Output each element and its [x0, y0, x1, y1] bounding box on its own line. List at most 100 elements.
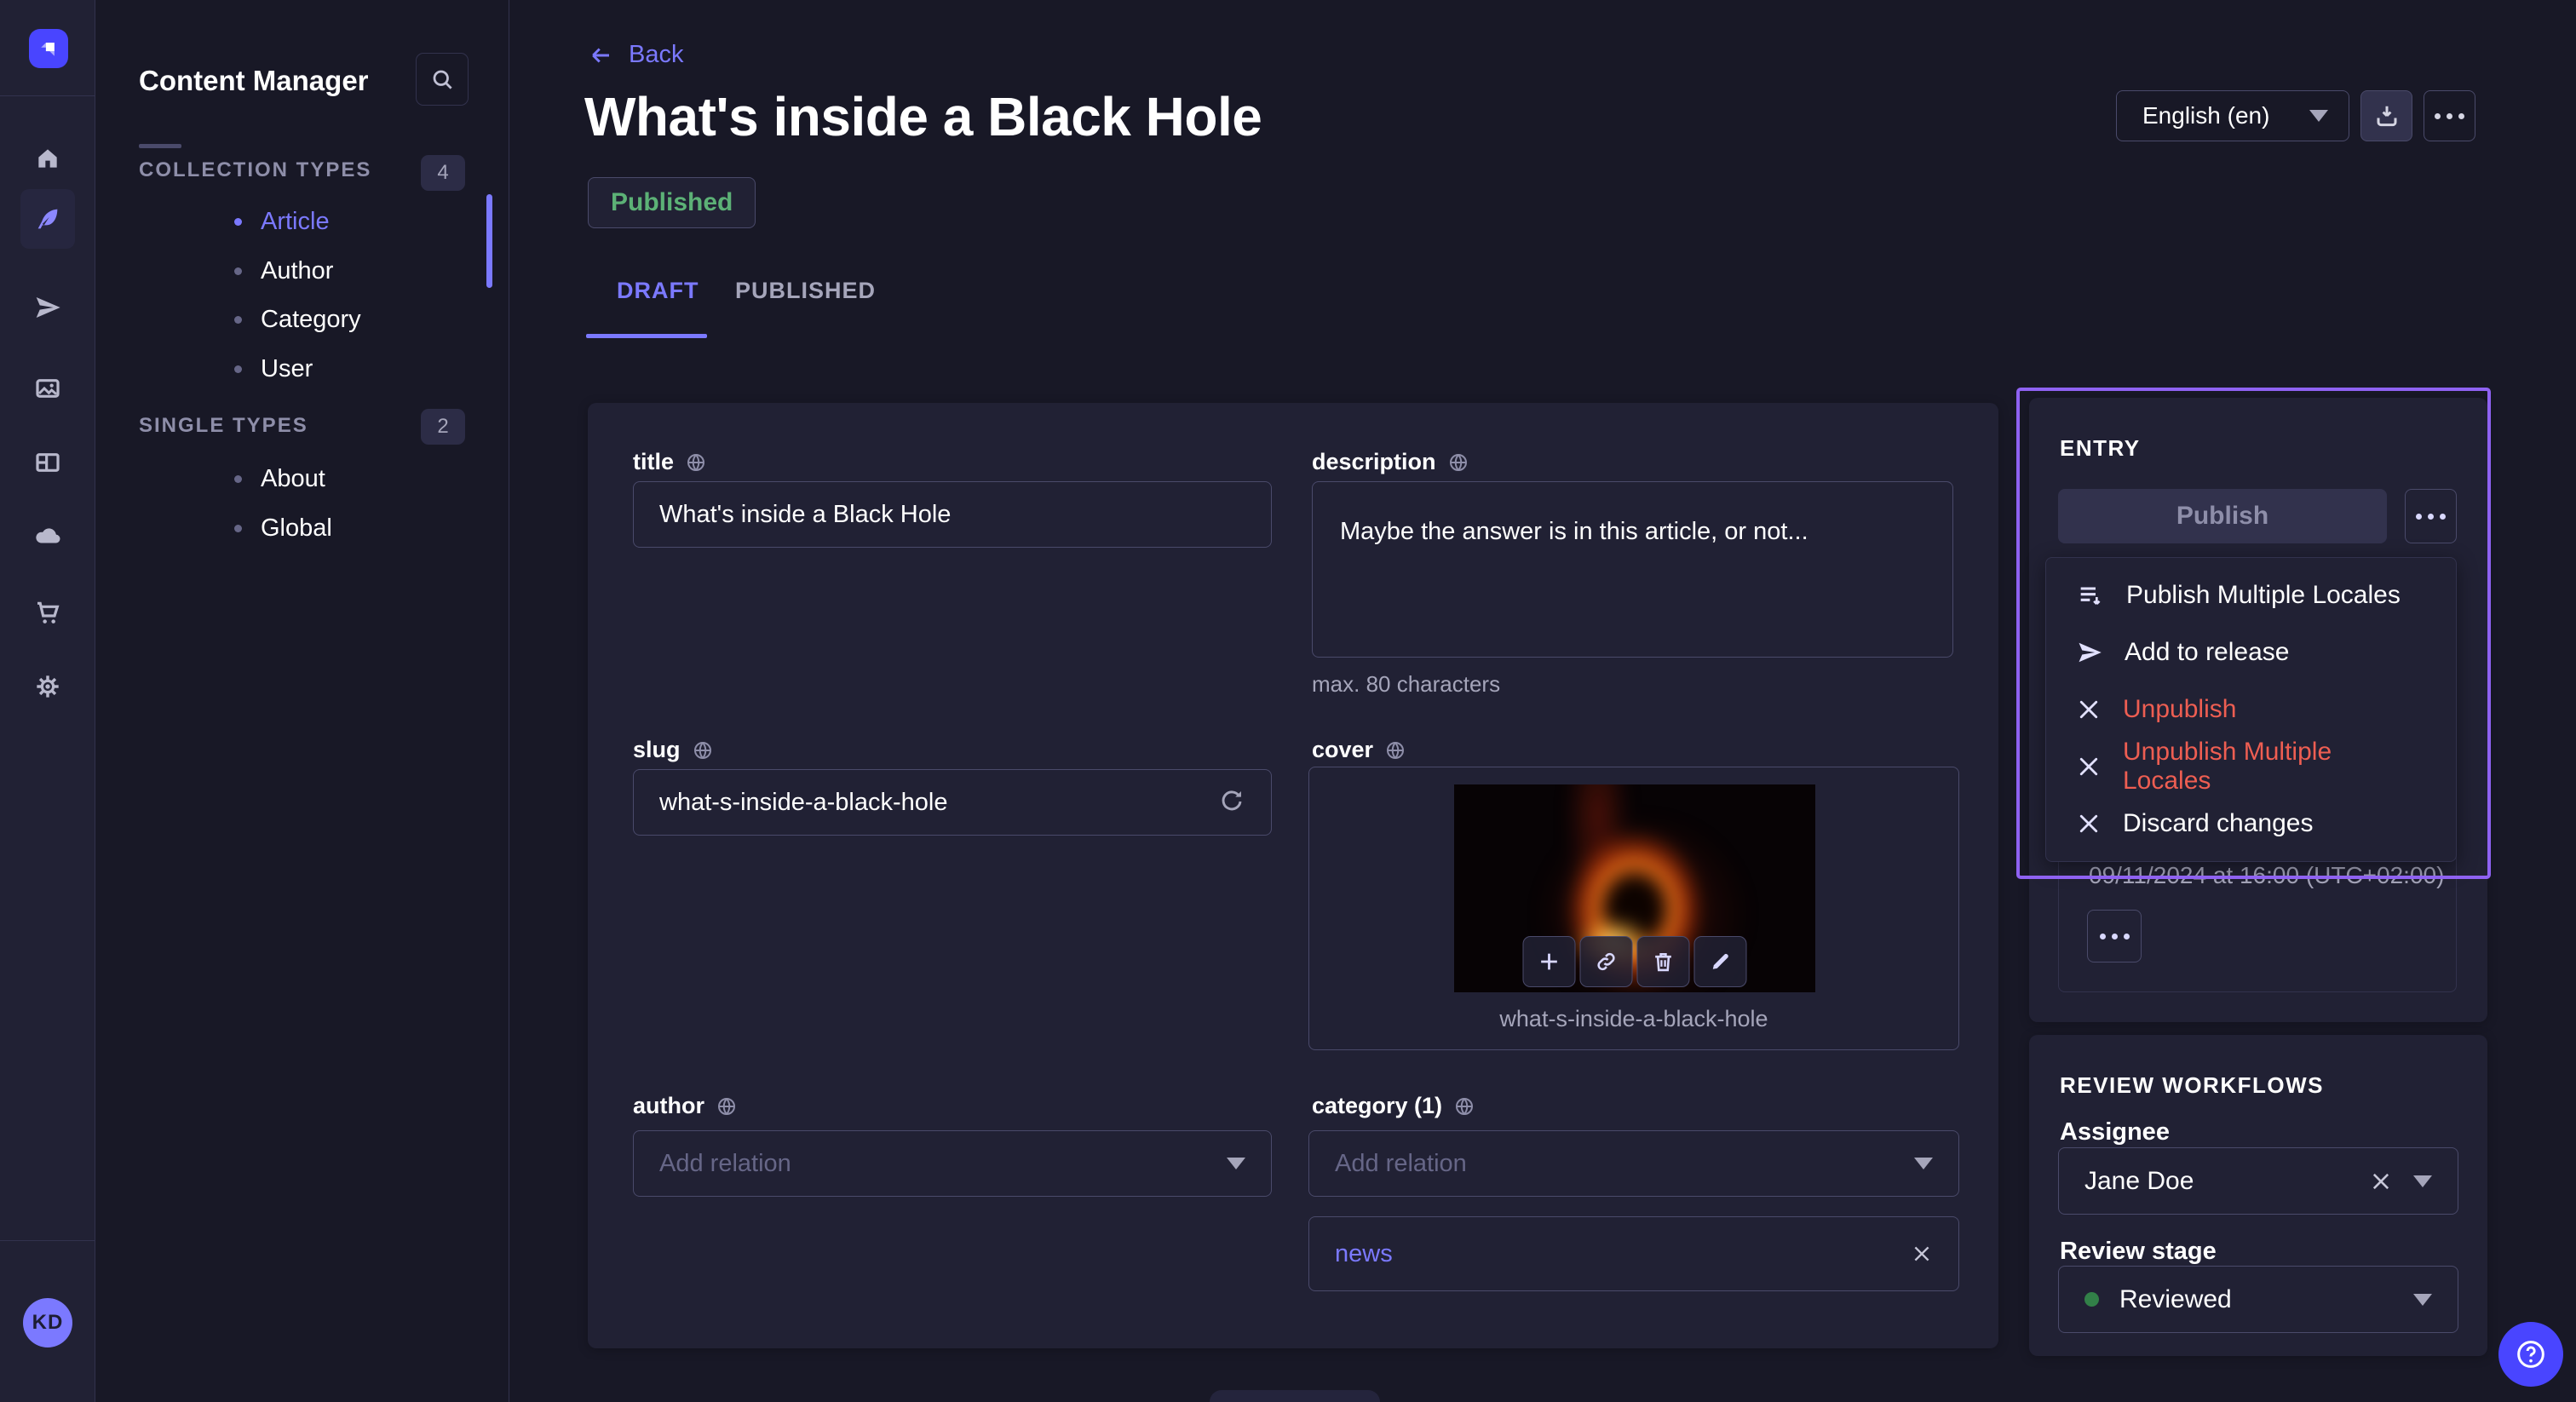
- locale-select[interactable]: English (en): [2116, 90, 2349, 141]
- header-more-button[interactable]: [2424, 90, 2475, 141]
- review-stage-combobox[interactable]: Reviewed: [2058, 1266, 2458, 1333]
- sidebar-divider: [139, 144, 181, 148]
- entry-more-button[interactable]: [2405, 489, 2457, 543]
- list-plus-icon: [2077, 582, 2104, 609]
- cloud-button[interactable]: [20, 509, 75, 563]
- ellipsis-icon: [2416, 514, 2446, 520]
- bullet-icon: [234, 525, 242, 532]
- cover-actions: [1523, 936, 1747, 987]
- back-link[interactable]: Back: [588, 41, 683, 69]
- collection-types-count: 4: [421, 155, 465, 191]
- globe-icon: [1454, 1096, 1475, 1117]
- scheduled-date: 09/11/2024 at 16:00 (UTC+02:00): [2089, 862, 2444, 889]
- sidebar-item-author[interactable]: Author: [234, 250, 490, 292]
- author-relation-combobox[interactable]: Add relation: [633, 1130, 1272, 1197]
- slug-field-label: slug: [633, 737, 713, 763]
- globe-icon: [716, 1096, 737, 1117]
- delete-media-button[interactable]: [1637, 936, 1690, 987]
- sidebar-item-global[interactable]: Global: [234, 507, 490, 549]
- sidebar-item-category[interactable]: Category: [234, 298, 490, 341]
- close-icon: [1911, 1243, 1933, 1265]
- edit-media-button[interactable]: [1694, 936, 1747, 987]
- paper-plane-icon: [2077, 640, 2102, 665]
- bullet-icon: [234, 316, 242, 324]
- cover-caption: what-s-inside-a-black-hole: [1309, 1006, 1958, 1032]
- ellipsis-icon: [2435, 113, 2464, 119]
- globe-icon: [1385, 740, 1406, 761]
- sidebar-item-about[interactable]: About: [234, 457, 490, 500]
- add-media-button[interactable]: [1523, 936, 1576, 987]
- remove-relation-button[interactable]: [1911, 1243, 1933, 1265]
- menu-item-add-to-release[interactable]: Add to release: [2046, 624, 2456, 681]
- rail-divider-bottom: [0, 1240, 95, 1241]
- media-library-button[interactable]: [20, 361, 75, 416]
- menu-item-label: Publish Multiple Locales: [2126, 581, 2401, 610]
- strapi-logo[interactable]: [29, 29, 68, 68]
- rail-divider: [0, 95, 95, 96]
- copy-link-button[interactable]: [1580, 936, 1633, 987]
- sidebar-scrollbar[interactable]: [486, 194, 492, 288]
- stage-value: Reviewed: [2119, 1285, 2393, 1314]
- menu-item-unpublish-multiple-locales[interactable]: Unpublish Multiple Locales: [2046, 738, 2456, 795]
- cross-icon: [2077, 698, 2101, 721]
- arrow-left-icon: [588, 43, 613, 68]
- slug-input[interactable]: [633, 769, 1272, 836]
- settings-button[interactable]: [20, 659, 75, 714]
- description-textarea[interactable]: Maybe the answer is in this article, or …: [1312, 481, 1953, 658]
- search-icon: [429, 66, 455, 92]
- cover-media-card: what-s-inside-a-black-hole: [1308, 767, 1959, 1050]
- field-label-text: cover: [1312, 737, 1373, 763]
- download-icon: [2374, 103, 2400, 129]
- tab-draft[interactable]: DRAFT: [617, 278, 699, 304]
- assignee-label: Assignee: [2060, 1118, 2170, 1146]
- clear-assignee-button[interactable]: [2369, 1169, 2393, 1193]
- globe-icon: [686, 452, 706, 473]
- publish-button[interactable]: Publish: [2058, 489, 2387, 543]
- collapsed-component-stub[interactable]: [1210, 1390, 1380, 1402]
- tab-published[interactable]: PUBLISHED: [735, 278, 876, 304]
- sidebar-item-label: Author: [261, 257, 333, 285]
- category-relation-item: news: [1308, 1216, 1959, 1291]
- schedule-more-button[interactable]: [2087, 910, 2142, 962]
- relation-link-news[interactable]: news: [1335, 1240, 1911, 1268]
- export-button[interactable]: [2360, 90, 2412, 141]
- back-label: Back: [629, 41, 683, 69]
- cover-image-black-hole[interactable]: [1454, 784, 1815, 992]
- plus-icon: [1538, 950, 1561, 974]
- edit-form-card: title description Maybe the answer is in…: [588, 403, 1998, 1348]
- nav-rail: KD: [0, 0, 95, 1402]
- menu-item-unpublish[interactable]: Unpublish: [2046, 681, 2456, 738]
- user-avatar[interactable]: KD: [23, 1298, 72, 1347]
- menu-item-discard-changes[interactable]: Discard changes: [2046, 796, 2456, 852]
- single-types-count: 2: [421, 409, 465, 445]
- single-types-heading: SINGLE TYPES: [139, 414, 308, 438]
- bullet-icon: [234, 267, 242, 275]
- strapi-logo-icon: [36, 36, 61, 61]
- help-button[interactable]: [2498, 1322, 2563, 1387]
- title-input[interactable]: [633, 481, 1272, 548]
- menu-item-publish-multiple-locales[interactable]: Publish Multiple Locales: [2046, 567, 2456, 623]
- home-icon: [34, 145, 61, 172]
- marketplace-button[interactable]: [20, 585, 75, 640]
- page-title: What's inside a Black Hole: [584, 85, 1262, 148]
- sidebar-item-label: User: [261, 355, 313, 383]
- cover-field-label: cover: [1312, 737, 1406, 763]
- bullet-icon: [234, 365, 242, 373]
- category-relation-combobox[interactable]: Add relation: [1308, 1130, 1959, 1197]
- releases-button[interactable]: [20, 280, 75, 335]
- assignee-combobox[interactable]: Jane Doe: [2058, 1147, 2458, 1215]
- home-button[interactable]: [20, 131, 75, 186]
- regenerate-slug-button[interactable]: [1218, 788, 1245, 815]
- chevron-down-icon: [2413, 1175, 2432, 1187]
- category-placeholder: Add relation: [1335, 1150, 1897, 1178]
- entry-actions-menu: Publish Multiple Locales Add to release …: [2045, 557, 2457, 862]
- sidebar-item-label: Article: [261, 208, 330, 236]
- globe-icon: [693, 740, 713, 761]
- content-type-builder-button[interactable]: [20, 435, 75, 490]
- gear-icon: [34, 673, 61, 700]
- entry-heading: ENTRY: [2060, 435, 2141, 462]
- search-button[interactable]: [416, 53, 469, 106]
- content-manager-button[interactable]: [20, 189, 75, 249]
- sidebar-item-article[interactable]: Article: [234, 200, 490, 243]
- sidebar-item-user[interactable]: User: [234, 348, 490, 390]
